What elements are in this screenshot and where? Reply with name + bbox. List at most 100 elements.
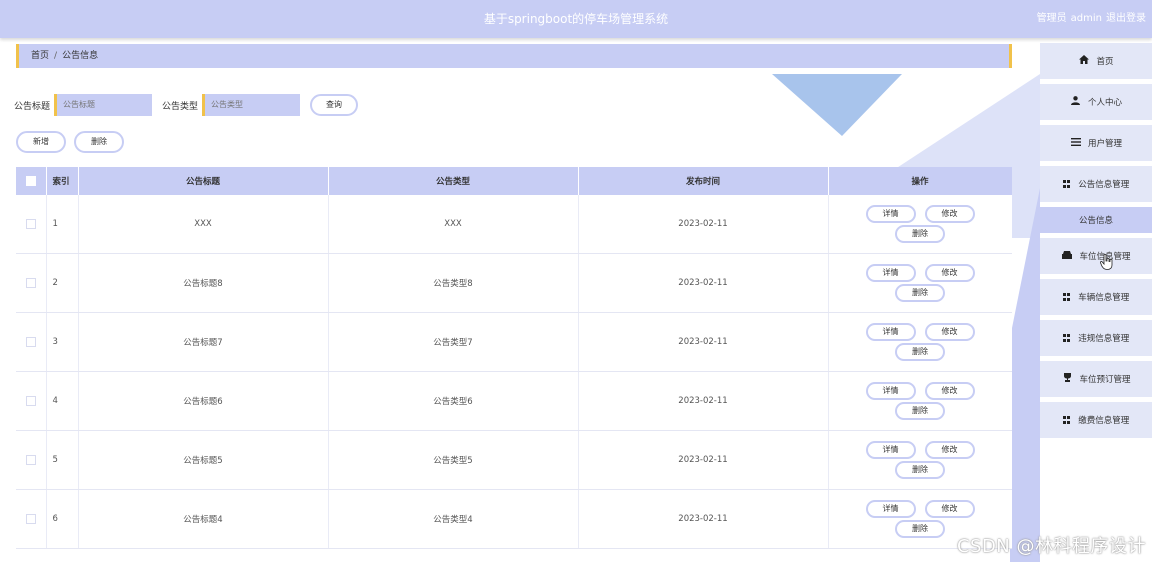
row-select-cell — [16, 430, 47, 490]
logout-link[interactable]: 退出登录 — [1106, 13, 1146, 24]
grid-icon — [1062, 334, 1071, 342]
row-edit-button[interactable]: 修改 — [924, 500, 975, 518]
table-row: 5 公告标题5 公告类型5 2023-02-11 详情 修改 删除 — [16, 430, 1012, 490]
select-all-cell — [16, 167, 47, 195]
sidebar-item-label: 首页 — [1096, 57, 1114, 67]
row-detail-button[interactable]: 详情 — [865, 500, 916, 518]
row-index: 6 — [46, 489, 79, 549]
row-index: 4 — [46, 371, 79, 431]
hand-cursor-icon — [1100, 253, 1114, 274]
sidebar-item-payment-management[interactable]: 缴费信息管理 — [1040, 402, 1152, 438]
trophy-icon — [1061, 373, 1073, 385]
type-search-label: 公告类型 — [162, 101, 199, 112]
user-role: 管理员 — [1036, 13, 1067, 24]
grid-icon — [1062, 293, 1071, 301]
row-edit-button[interactable]: 修改 — [924, 323, 975, 341]
sidebar-item-users[interactable]: 用户管理 — [1040, 125, 1152, 161]
row-checkbox[interactable] — [25, 336, 36, 347]
row-edit-button[interactable]: 修改 — [924, 382, 975, 400]
row-select-cell — [16, 371, 47, 431]
row-title: XXX — [78, 195, 329, 254]
row-publish-time: 2023-02-11 — [578, 195, 829, 254]
type-search-input[interactable] — [202, 94, 301, 116]
column-header-publish-time: 发布时间 — [578, 167, 829, 195]
breadcrumb-current: 公告信息 — [62, 51, 99, 61]
row-detail-button[interactable]: 详情 — [865, 323, 916, 341]
user-icon — [1070, 96, 1082, 108]
sidebar-item-violation-management[interactable]: 违规信息管理 — [1040, 320, 1152, 356]
sidebar-item-label: 缴费信息管理 — [1078, 416, 1130, 426]
table-row: 3 公告标题7 公告类型7 2023-02-11 详情 修改 删除 — [16, 312, 1012, 372]
grid-icon — [1062, 180, 1071, 188]
sidebar-item-label: 用户管理 — [1087, 139, 1122, 149]
row-type: 公告类型6 — [328, 371, 579, 431]
action-toolbar: 新增 删除 — [16, 131, 124, 153]
sidebar-item-label: 公告信息 — [1078, 216, 1113, 226]
batch-delete-button[interactable]: 删除 — [74, 131, 124, 153]
table-row: 1 XXX XXX 2023-02-11 详情 修改 删除 — [16, 195, 1012, 254]
row-delete-button[interactable]: 删除 — [895, 520, 945, 538]
row-delete-button[interactable]: 删除 — [895, 284, 945, 302]
row-type: 公告类型8 — [328, 253, 579, 313]
row-index: 3 — [46, 312, 79, 372]
query-button[interactable]: 查询 — [310, 94, 359, 116]
row-title: 公告标题6 — [78, 371, 329, 431]
sidebar-item-vehicle-management[interactable]: 车辆信息管理 — [1040, 279, 1152, 315]
sidebar-subitem-announcement-info[interactable]: 公告信息 — [1040, 207, 1152, 233]
row-select-cell — [16, 253, 47, 313]
row-type: XXX — [328, 195, 579, 254]
row-delete-button[interactable]: 删除 — [895, 343, 945, 361]
row-checkbox[interactable] — [25, 277, 36, 288]
title-search-input[interactable] — [54, 94, 153, 116]
row-checkbox[interactable] — [25, 454, 36, 465]
row-operations: 详情 修改删除 — [828, 195, 1012, 254]
sidebar-menu: 首页 个人中心 用户管理 公告信息管理 公告信息 车位信息管理 车辆信息管理 违… — [1040, 38, 1152, 562]
sidebar-item-label: 公告信息管理 — [1078, 180, 1130, 190]
add-button[interactable]: 新增 — [16, 131, 66, 153]
sidebar-item-profile[interactable]: 个人中心 — [1040, 84, 1152, 120]
breadcrumb-home[interactable]: 首页 — [31, 51, 49, 61]
row-delete-button[interactable]: 删除 — [895, 402, 945, 420]
row-checkbox[interactable] — [25, 218, 36, 229]
search-bar: 公告标题 公告类型 查询 — [14, 93, 359, 117]
sidebar-item-parking-space-management[interactable]: 车位信息管理 — [1040, 238, 1152, 274]
username: admin — [1070, 13, 1102, 24]
row-title: 公告标题5 — [78, 430, 329, 490]
column-header-index: 索引 — [46, 167, 79, 195]
row-detail-button[interactable]: 详情 — [865, 264, 916, 282]
announcement-table: 索引 公告标题 公告类型 发布时间 操作 1 XXX XXX 2023-02-11 详情… — [16, 167, 1012, 562]
row-publish-time: 2023-02-11 — [578, 430, 829, 490]
row-edit-button[interactable]: 修改 — [924, 441, 975, 459]
top-header: 基于springboot的停车场管理系统 管理员 admin 退出登录 — [0, 0, 1152, 38]
sidebar-item-announcement-management[interactable]: 公告信息管理 — [1040, 166, 1152, 202]
home-icon — [1078, 55, 1090, 67]
row-title: 公告标题8 — [78, 253, 329, 313]
sidebar-item-label: 车辆信息管理 — [1078, 293, 1130, 303]
row-delete-button[interactable]: 删除 — [895, 461, 945, 479]
row-title: 公告标题4 — [78, 489, 329, 549]
row-type: 公告类型4 — [328, 489, 579, 549]
row-checkbox[interactable] — [25, 513, 36, 524]
car-icon — [1061, 250, 1073, 262]
main-content: 首页 / 公告信息 公告标题 公告类型 查询 新增 删除 索引 公告标题 公告类型 … — [0, 38, 1030, 562]
row-detail-button[interactable]: 详情 — [865, 205, 916, 223]
system-title: 基于springboot的停车场管理系统 — [483, 12, 669, 26]
select-all-checkbox[interactable] — [25, 175, 36, 186]
sidebar-item-label: 违规信息管理 — [1078, 334, 1130, 344]
row-publish-time: 2023-02-11 — [578, 371, 829, 431]
row-detail-button[interactable]: 详情 — [865, 382, 916, 400]
row-select-cell — [16, 312, 47, 372]
table-row: 2 公告标题8 公告类型8 2023-02-11 详情 修改 删除 — [16, 253, 1012, 313]
row-detail-button[interactable]: 详情 — [865, 441, 916, 459]
row-edit-button[interactable]: 修改 — [924, 264, 975, 282]
column-header-operations: 操作 — [828, 167, 1012, 195]
row-select-cell — [16, 489, 47, 549]
sidebar-item-home[interactable]: 首页 — [1040, 43, 1152, 79]
row-edit-button[interactable]: 修改 — [924, 205, 975, 223]
row-delete-button[interactable]: 删除 — [895, 225, 945, 243]
sidebar-item-reservation-management[interactable]: 车位预订管理 — [1040, 361, 1152, 397]
table-row: 6 公告标题4 公告类型4 2023-02-11 详情 修改 删除 — [16, 489, 1012, 549]
row-checkbox[interactable] — [25, 395, 36, 406]
column-header-type: 公告类型 — [328, 167, 579, 195]
menu-icon — [1070, 137, 1082, 149]
